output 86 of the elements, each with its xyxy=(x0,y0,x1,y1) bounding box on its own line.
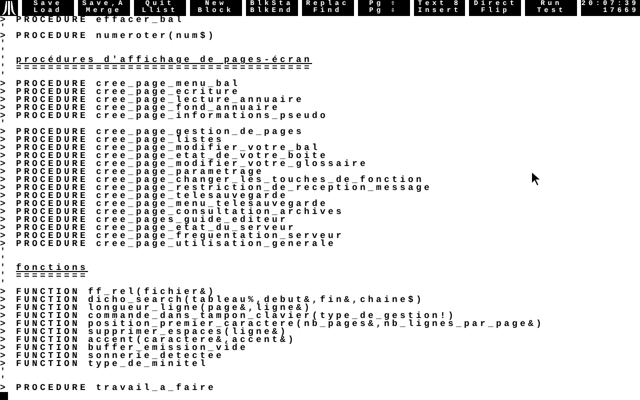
code-line: PROCEDURE cree_page_utilisation_generale xyxy=(16,240,336,248)
code-line: PROCEDURE cree_page_etat_du_serveur xyxy=(16,224,296,232)
line-marker: > xyxy=(0,304,10,312)
code-line: PROCEDURE cree_page_etat_de_votre_boite xyxy=(16,152,328,160)
line-marker: > xyxy=(0,88,10,96)
code-line: FUNCTION longueur_ligne(page&,ligne&) xyxy=(16,304,312,312)
line-marker: ' xyxy=(0,264,10,272)
text-cursor xyxy=(0,392,8,400)
line-marker: > xyxy=(0,312,10,320)
line-marker: ' xyxy=(0,72,10,80)
line-marker: > xyxy=(0,136,10,144)
line-marker: > xyxy=(0,32,10,40)
code-line: PROCEDURE cree_page_parametrage xyxy=(16,168,264,176)
line-marker: > xyxy=(0,104,10,112)
line-marker: ' xyxy=(0,56,10,64)
line-marker: ' xyxy=(0,40,10,48)
line-marker: > xyxy=(0,344,10,352)
line-marker: > xyxy=(0,224,10,232)
comment-heading: procédures d'affichage de pages-écran xyxy=(16,56,312,64)
comment-rule: ===================================== xyxy=(16,64,312,72)
code-line: PROCEDURE cree_page_menu_telesauvegarde xyxy=(16,200,328,208)
line-marker: > xyxy=(0,288,10,296)
line-marker: > xyxy=(0,80,10,88)
line-marker: ' xyxy=(0,280,10,288)
line-marker: ' xyxy=(0,256,10,264)
code-line: PROCEDURE cree_page_lecture_annuaire xyxy=(16,96,304,104)
code-line: PROCEDURE effacer_bal xyxy=(16,16,184,24)
line-marker: ' xyxy=(0,376,10,384)
code-line: FUNCTION supprimer_espaces(ligne&) xyxy=(16,328,288,336)
line-marker: > xyxy=(0,352,10,360)
code-line: PROCEDURE cree_page_gestion_de_pages xyxy=(16,128,304,136)
line-marker: > xyxy=(0,336,10,344)
code-line: PROCEDURE cree_page_menu_bal xyxy=(16,80,240,88)
line-marker: > xyxy=(0,160,10,168)
code-line: PROCEDURE cree_page_telesauvegarde xyxy=(16,192,288,200)
code-line: PROCEDURE cree_page_informations_pseudo xyxy=(16,112,328,120)
line-marker: > xyxy=(0,328,10,336)
line-marker: > xyxy=(0,144,10,152)
line-marker: > xyxy=(0,296,10,304)
code-line: FUNCTION type_de_minitel xyxy=(16,360,208,368)
line-marker: ' xyxy=(0,24,10,32)
line-marker: > xyxy=(0,16,10,24)
line-marker: > xyxy=(0,192,10,200)
code-line: PROCEDURE cree_page_frequentation_serveur xyxy=(16,232,344,240)
code-line: PROCEDURE cree_page_listes xyxy=(16,136,224,144)
line-marker: > xyxy=(0,128,10,136)
code-line: PROCEDURE cree_page_changer_les_touches_de_fonction xyxy=(16,176,424,184)
code-line: FUNCTION sonnerie_detectee xyxy=(16,352,224,360)
line-marker: > xyxy=(0,232,10,240)
code-line: PROCEDURE cree_page_consultation_archives xyxy=(16,208,344,216)
comment-rule: ========= xyxy=(16,272,88,280)
line-marker: > xyxy=(0,152,10,160)
code-line: PROCEDURE travail_a_faire xyxy=(16,384,216,392)
line-marker: > xyxy=(0,320,10,328)
code-line: PROCEDURE cree_pages_guide_editeur xyxy=(16,216,288,224)
code-line: PROCEDURE numeroter(num$) xyxy=(16,32,216,40)
line-marker: > xyxy=(0,112,10,120)
code-line: PROCEDURE cree_page_ecriture xyxy=(16,88,240,96)
line-marker: > xyxy=(0,176,10,184)
code-line: FUNCTION ff_rel(fichier&) xyxy=(16,288,216,296)
line-marker: ' xyxy=(0,48,10,56)
line-marker: > xyxy=(0,216,10,224)
line-marker: ' xyxy=(0,120,10,128)
line-marker: > xyxy=(0,208,10,216)
code-line: FUNCTION commande_dans_tampon_clavier(type_de_gestion!) xyxy=(16,312,456,320)
code-line: PROCEDURE cree_page_fond_annuaire xyxy=(16,104,280,112)
line-marker: ' xyxy=(0,248,10,256)
code-line: FUNCTION buffer_emission_vide xyxy=(16,344,248,352)
code-line: PROCEDURE cree_page_restriction_de_reception_message xyxy=(16,184,432,192)
line-marker: > xyxy=(0,200,10,208)
line-marker: > xyxy=(0,360,10,368)
line-marker: > xyxy=(0,184,10,192)
line-marker: > xyxy=(0,168,10,176)
line-marker: > xyxy=(0,96,10,104)
comment-heading: fonctions xyxy=(16,264,88,272)
mouse-pointer-icon xyxy=(531,171,542,187)
line-marker: ' xyxy=(0,64,10,72)
line-marker: ' xyxy=(0,272,10,280)
code-line: FUNCTION dicho_search(tableau%,debut&,fin&,chaine$) xyxy=(16,296,424,304)
code-line: FUNCTION position_premier_caractere(nb_pages&,nb_lignes_par_page&) xyxy=(16,320,544,328)
line-marker: > xyxy=(0,384,10,392)
code-line: PROCEDURE cree_page_modifier_votre_bal xyxy=(16,144,320,152)
code-line: FUNCTION accent(caractere&,accent&) xyxy=(16,336,296,344)
code-line: PROCEDURE cree_page_modifier_votre_glossaire xyxy=(16,160,368,168)
line-marker: ' xyxy=(0,368,10,376)
line-marker: > xyxy=(0,240,10,248)
